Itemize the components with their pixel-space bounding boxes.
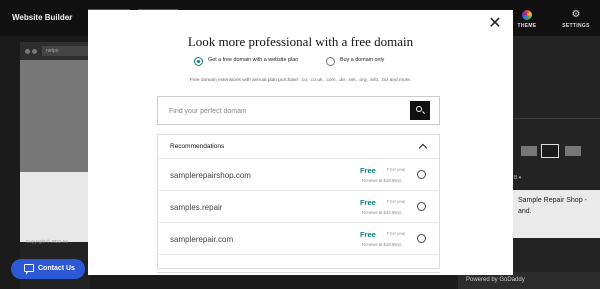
website-builder-menu[interactable]: Website Builder [12,13,72,22]
domain-name: samples.repair [170,203,223,212]
domain-price: Free [360,230,376,239]
contact-us-label: Contact Us [38,265,75,272]
close-icon[interactable]: ✕ [487,16,503,32]
text-block-content: Sample Repair Shop - and. [518,197,587,215]
more-section-header[interactable] [157,272,440,275]
domain-select-radio[interactable] [417,202,426,211]
extensions-note: Free domain extensions with annual plan … [189,78,412,83]
preview-url: netpo [42,46,90,56]
recommendations-title: Recommendations [170,143,225,150]
chat-icon [24,264,34,275]
chevron-up-icon[interactable] [418,143,428,153]
window-dot [25,49,30,54]
domain-result-row[interactable]: samples.repair Free First year Renews at… [158,191,439,223]
contact-us-button[interactable]: Contact Us [11,259,85,279]
text-block-editor[interactable]: Sample Repair Shop - and. [513,190,600,238]
preview-hero-image [20,60,90,172]
free-domain-modal: ✕ Look more professional with a free dom… [88,10,513,275]
theme-label: THEME [517,23,537,29]
domain-select-radio[interactable] [417,234,426,243]
renewal-price: Renews at $18.99/yr [362,242,402,247]
modal-title: Look more professional with a free domai… [187,34,414,49]
search-button[interactable] [410,101,430,120]
editor-right-panel [513,36,600,289]
divider [513,118,600,119]
gear-icon: ⚙ [571,9,581,20]
domain-select-radio[interactable] [417,170,426,179]
domain-result-row[interactable]: samplerepairshop.com Free First year Ren… [158,159,439,191]
preview-copyright: Copyright © 2022 Sa [26,239,68,244]
option-label: Get a free domain with a website plan [208,57,299,63]
domain-result-row[interactable]: samplerepair.com Free First year Renews … [158,223,439,255]
domain-price: Free [360,166,376,175]
text-style-dropdown[interactable]: B ▾ [514,175,521,181]
option-label: Buy a domain only [340,57,385,63]
recommendations-panel: Recommendations samplerepairshop.com Fre… [157,134,440,269]
price-period: First year [387,199,406,204]
domain-search-box [157,96,440,125]
layout-swatch-selected[interactable] [541,144,559,158]
renewal-price: Renews at $42.99/yr [362,210,402,215]
renewal-price: Renews at $18.99/yr [362,178,402,183]
price-period: First year [387,167,406,172]
radio-selected-icon[interactable] [194,57,203,66]
preview-browser-bar: netpo [20,42,90,60]
site-preview[interactable]: netpo [20,42,90,289]
window-dot [32,49,37,54]
theme-button[interactable]: THEME [514,10,540,29]
settings-button[interactable]: ⚙ SETTINGS [560,9,592,30]
domain-name: samplerepairshop.com [170,171,251,180]
layout-swatch[interactable] [521,146,537,156]
palette-icon [522,10,532,20]
price-period: First year [387,231,406,236]
search-icon [416,106,422,112]
domain-name: samplerepair.com [170,235,234,244]
layout-swatch[interactable] [565,146,581,156]
recommendations-header[interactable]: Recommendations [158,135,439,159]
domain-search-input[interactable] [169,106,389,117]
settings-label: SETTINGS [562,23,590,29]
domain-price: Free [360,198,376,207]
radio-unselected-icon[interactable] [326,57,335,66]
chevron-down-icon[interactable]: ⌄ [66,12,74,23]
